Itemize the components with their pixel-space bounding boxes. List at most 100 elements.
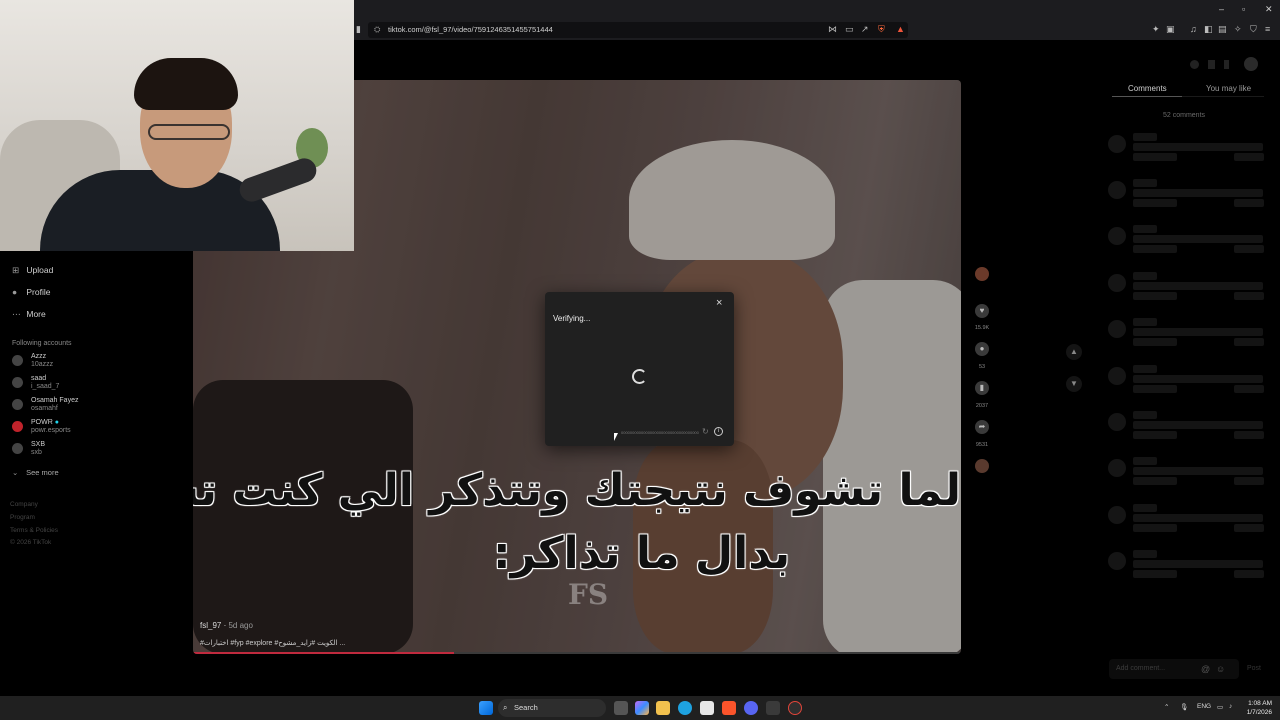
sidebar-item-profile[interactable]: ● Profile: [12, 287, 50, 297]
skeleton-line: [1133, 385, 1177, 393]
see-more-label: See more: [26, 468, 59, 477]
brave-shield-icon[interactable]: ⛨: [878, 24, 885, 35]
skeleton-line: [1133, 550, 1157, 558]
tray-overflow-icon[interactable]: ⌃: [1164, 703, 1169, 711]
obs-icon[interactable]: [788, 701, 802, 715]
footer-link[interactable]: Terms & Policies: [10, 527, 58, 534]
following-header: Following accounts: [12, 340, 72, 347]
user-avatar[interactable]: [1244, 57, 1258, 71]
task-view-icon[interactable]: [614, 701, 628, 715]
emoji-icon[interactable]: ☺: [1216, 664, 1225, 674]
following-account[interactable]: Azzz 10azzz: [12, 353, 53, 369]
discord-icon[interactable]: [744, 701, 758, 715]
cast-icon[interactable]: ▭: [845, 24, 854, 35]
sidebar-toggle-icon[interactable]: ◧: [1204, 24, 1213, 35]
file-explorer-icon[interactable]: [656, 701, 670, 715]
verification-dialog: Verifying... × 0000000000000000000000000…: [545, 292, 734, 446]
sound-avatar[interactable]: [975, 459, 989, 473]
skeleton-avatar: [1108, 413, 1126, 431]
skeleton-line: [1133, 477, 1177, 485]
account-handle: i_saad_7: [31, 383, 60, 390]
following-account[interactable]: SXB sxb: [12, 441, 45, 457]
display-icon[interactable]: ▭: [1217, 703, 1223, 711]
dialog-title: Verifying...: [553, 314, 591, 323]
close-icon[interactable]: ×: [716, 297, 722, 309]
minimize-icon[interactable]: –: [1219, 4, 1224, 14]
webcam-person-hair: [134, 58, 238, 110]
microphone-icon[interactable]: 🎙: [1180, 703, 1188, 711]
close-window-icon[interactable]: ✕: [1265, 4, 1273, 15]
comment-count: 53: [978, 364, 986, 370]
extensions-icon[interactable]: ✦: [1152, 24, 1160, 35]
vpn-icon[interactable]: ⛉: [1250, 24, 1257, 35]
app-icon[interactable]: [766, 701, 780, 715]
music-icon[interactable]: ♫: [1190, 24, 1197, 34]
brave-rewards-icon[interactable]: ▲: [896, 24, 905, 34]
following-account[interactable]: POWR ● powr.esports: [12, 419, 71, 435]
skeleton-line: [1133, 282, 1263, 290]
bookmark-icon[interactable]: ▮: [356, 24, 361, 35]
media-icon[interactable]: ⋈: [828, 24, 837, 35]
webcam-glasses: [148, 124, 230, 140]
maximize-icon[interactable]: ▫: [1242, 4, 1245, 14]
address-bar[interactable]: ⛭ tiktok.com/@fsl_97/video/7591246351455…: [368, 22, 908, 38]
taskbar-search[interactable]: ⌕ Search: [498, 699, 606, 717]
skeleton-line: [1234, 385, 1264, 393]
avatar: [12, 421, 23, 432]
language-indicator[interactable]: ENG: [1197, 703, 1211, 710]
edge-icon[interactable]: [678, 701, 692, 715]
tab-you-may-like[interactable]: You may like: [1206, 84, 1251, 93]
header-icon-1[interactable]: [1190, 60, 1199, 69]
site-info-icon[interactable]: ⛭: [374, 22, 380, 38]
creator-avatar[interactable]: [975, 267, 989, 281]
account-handle: powr.esports: [31, 427, 71, 434]
skeleton-line: [1133, 514, 1263, 522]
sidebar-item-more[interactable]: ⋯ More: [12, 309, 46, 320]
share-icon[interactable]: ➦: [975, 420, 989, 434]
header-icon-2[interactable]: [1208, 60, 1215, 69]
skeleton-line: [1234, 431, 1264, 439]
footer-link[interactable]: Company: [10, 501, 38, 508]
copilot-icon[interactable]: [635, 701, 649, 715]
store-icon[interactable]: [700, 701, 714, 715]
post-button[interactable]: Post: [1247, 665, 1261, 672]
bookmark-icon[interactable]: ▮: [975, 381, 989, 395]
skeleton-line: [1234, 292, 1264, 300]
webcam-overlay: [0, 0, 354, 251]
tabs-icon[interactable]: ▤: [1218, 24, 1227, 35]
chevron-down-icon[interactable]: ▼: [1066, 376, 1082, 392]
webcam-microphone: [236, 155, 320, 205]
header-icon-3[interactable]: [1224, 60, 1229, 69]
following-account[interactable]: Osamah Fayez osamahf: [12, 397, 78, 413]
comment-icon[interactable]: ●: [975, 342, 989, 356]
volume-icon[interactable]: ♪: [1229, 703, 1232, 710]
see-more-button[interactable]: ⌄ See more: [12, 468, 59, 477]
skeleton-avatar: [1108, 227, 1126, 245]
video-watermark: FS: [568, 578, 609, 611]
leo-icon[interactable]: ✧: [1234, 24, 1242, 35]
wallet-icon[interactable]: ▣: [1166, 24, 1175, 35]
brave-icon[interactable]: [722, 701, 736, 715]
like-icon[interactable]: ♥: [975, 304, 989, 318]
mention-icon[interactable]: @: [1201, 664, 1210, 674]
info-icon[interactable]: i: [714, 427, 723, 436]
refresh-icon[interactable]: ↻: [702, 427, 709, 436]
system-clock[interactable]: 1:08 AM 1/7/2026: [1244, 699, 1272, 717]
menu-icon[interactable]: ≡: [1265, 24, 1270, 34]
video-progress-bar[interactable]: [193, 652, 961, 654]
sidebar-item-upload[interactable]: ⊞ Upload: [12, 265, 53, 276]
video-author[interactable]: fsl_97 · 5d ago: [200, 621, 253, 630]
skeleton-avatar: [1108, 367, 1126, 385]
footer-link[interactable]: Program: [10, 514, 35, 521]
tab-comments[interactable]: Comments: [1128, 84, 1167, 93]
following-account[interactable]: saad i_saad_7: [12, 375, 59, 391]
account-name: POWR ●: [31, 419, 71, 427]
save-count: 2037: [975, 403, 989, 409]
skeleton-line: [1234, 477, 1264, 485]
video-hashtags[interactable]: #اختبارات #fyp #explore #الكويت #زايد_مش…: [200, 639, 345, 647]
skeleton-line: [1234, 338, 1264, 346]
account-name: Azzz: [31, 353, 47, 360]
chevron-up-icon[interactable]: ▲: [1066, 344, 1082, 360]
start-icon[interactable]: [479, 701, 493, 715]
share-icon[interactable]: ↗: [861, 24, 869, 35]
